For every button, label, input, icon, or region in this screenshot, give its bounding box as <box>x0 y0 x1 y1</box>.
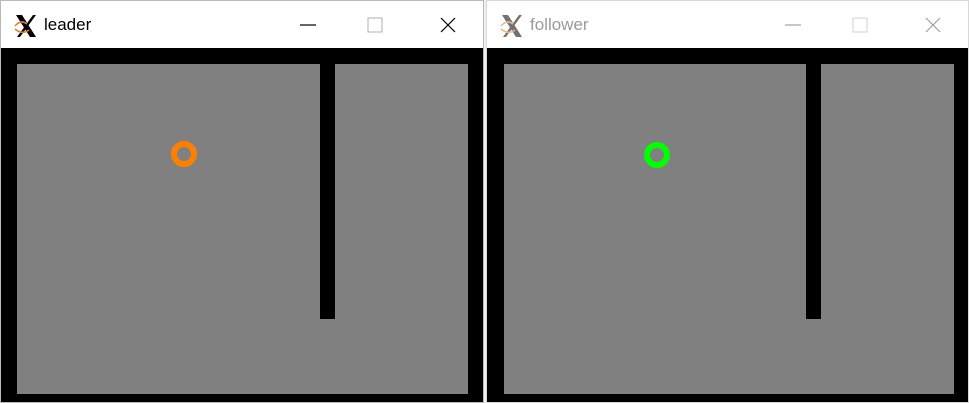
minimize-button[interactable] <box>770 9 816 41</box>
maximize-icon <box>852 17 868 33</box>
window-title: leader <box>44 15 92 34</box>
title-bar[interactable]: follower <box>487 1 968 48</box>
close-button[interactable] <box>910 9 956 41</box>
divider-wall <box>806 64 821 319</box>
game-canvas[interactable] <box>487 48 968 402</box>
maximize-button[interactable] <box>352 9 398 41</box>
title-bar[interactable]: leader <box>1 1 483 48</box>
x-app-icon[interactable] <box>13 13 39 39</box>
close-icon <box>925 17 941 33</box>
maximize-icon <box>367 17 383 33</box>
minimize-icon <box>300 24 316 26</box>
divider-wall <box>320 64 335 319</box>
maximize-button[interactable] <box>837 9 883 41</box>
game-canvas[interactable] <box>1 48 483 402</box>
close-icon <box>440 17 456 33</box>
arena-floor <box>504 64 954 394</box>
minimize-button[interactable] <box>285 9 331 41</box>
leader-window: leader <box>0 0 484 403</box>
minimize-icon <box>785 24 801 26</box>
follower-window: follower <box>486 0 969 403</box>
leader-agent <box>171 141 197 167</box>
follower-agent <box>644 142 670 168</box>
arena-floor <box>17 64 468 394</box>
close-button[interactable] <box>425 9 471 41</box>
window-title: follower <box>530 15 589 34</box>
x-app-icon[interactable] <box>499 13 525 39</box>
